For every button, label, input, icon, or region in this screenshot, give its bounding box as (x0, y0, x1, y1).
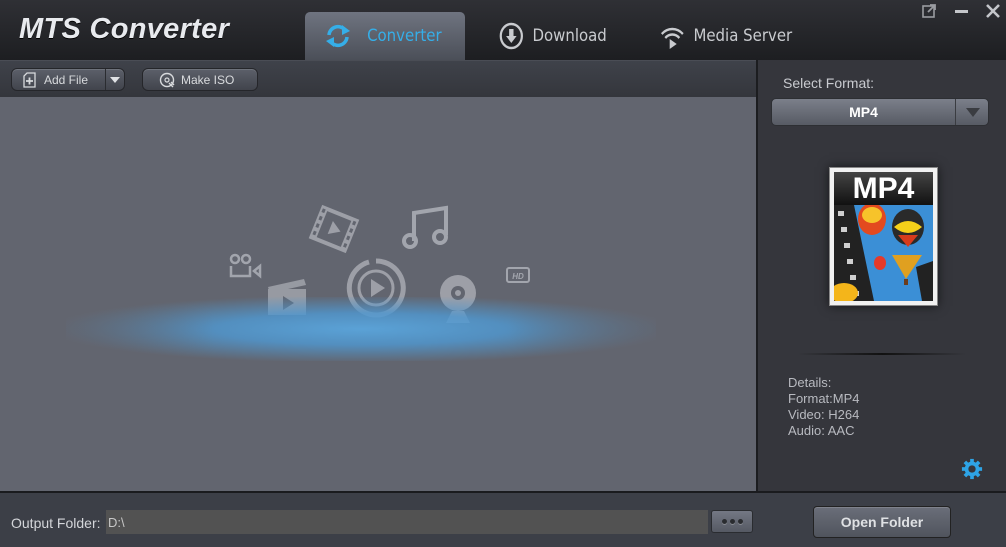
disc-icon (159, 72, 175, 87)
add-file-dropdown[interactable] (106, 69, 124, 90)
gear-icon[interactable] (961, 458, 983, 480)
refresh-icon (325, 24, 350, 48)
camcorder-icon (229, 253, 262, 279)
tab-converter[interactable]: Converter (305, 12, 465, 60)
format-thumbnail: MP4 (829, 167, 938, 306)
select-format-label: Select Format: (783, 75, 875, 91)
add-file-icon (23, 71, 36, 88)
app-title: MTS Converter (19, 13, 230, 45)
music-note-icon (402, 205, 448, 249)
format-select-value: MP4 (849, 104, 878, 120)
details-video: Video: H264 (788, 407, 860, 422)
add-file-label: Add File (44, 72, 89, 87)
details-format: Format:MP4 (788, 391, 860, 406)
ellipsis-dot (729, 519, 735, 524)
title-bar: MTS Converter Converter Download Media S… (0, 0, 1006, 60)
add-file-button[interactable]: Add File (11, 68, 125, 91)
format-select[interactable]: MP4 (771, 98, 989, 126)
balloon-picture-icon (834, 205, 933, 301)
details-title: Details: (788, 375, 832, 390)
popout-icon[interactable] (921, 3, 937, 19)
film-icon (308, 204, 360, 254)
format-select-arrow[interactable] (955, 99, 990, 125)
output-folder-label: Output Folder: (11, 515, 101, 531)
hd-icon: HD (506, 267, 530, 283)
format-thumbnail-label: MP4 (834, 172, 933, 205)
chevron-down-icon (966, 107, 980, 117)
format-details: Details: Format:MP4 Video: H264 Audio: A… (788, 375, 860, 439)
download-icon (499, 22, 523, 50)
ellipsis-dot (721, 519, 727, 524)
svg-text:HD: HD (512, 272, 524, 281)
tab-label: Media Server (693, 26, 793, 46)
drop-glow-fade (66, 297, 656, 361)
wifi-play-icon (660, 27, 684, 49)
output-folder-input[interactable] (106, 510, 708, 534)
toolbar: Add File Make ISO (0, 60, 756, 97)
balloon-image (834, 205, 933, 301)
bottom-bar: Output Folder: Open Folder (0, 491, 1006, 547)
open-folder-button[interactable]: Open Folder (813, 506, 951, 538)
panel-divider (798, 353, 966, 355)
minimize-icon[interactable] (954, 3, 970, 19)
details-audio: Audio: AAC (788, 423, 855, 438)
ellipsis-dot (737, 519, 743, 524)
make-iso-label: Make ISO (181, 72, 235, 87)
make-iso-button[interactable]: Make ISO (142, 68, 258, 91)
chevron-down-icon (110, 76, 121, 83)
browse-button[interactable] (711, 510, 753, 533)
tab-media-server[interactable]: Media Server (660, 12, 792, 60)
format-panel: Select Format: MP4 MP4 Details: Format:M… (758, 60, 1006, 491)
drop-zone[interactable]: HD (0, 97, 756, 491)
tab-label: Download (532, 26, 607, 46)
add-file-main[interactable]: Add File (12, 69, 107, 90)
tab-download[interactable]: Download (499, 12, 607, 60)
tab-label: Converter (366, 26, 442, 46)
close-icon[interactable] (985, 3, 1001, 19)
